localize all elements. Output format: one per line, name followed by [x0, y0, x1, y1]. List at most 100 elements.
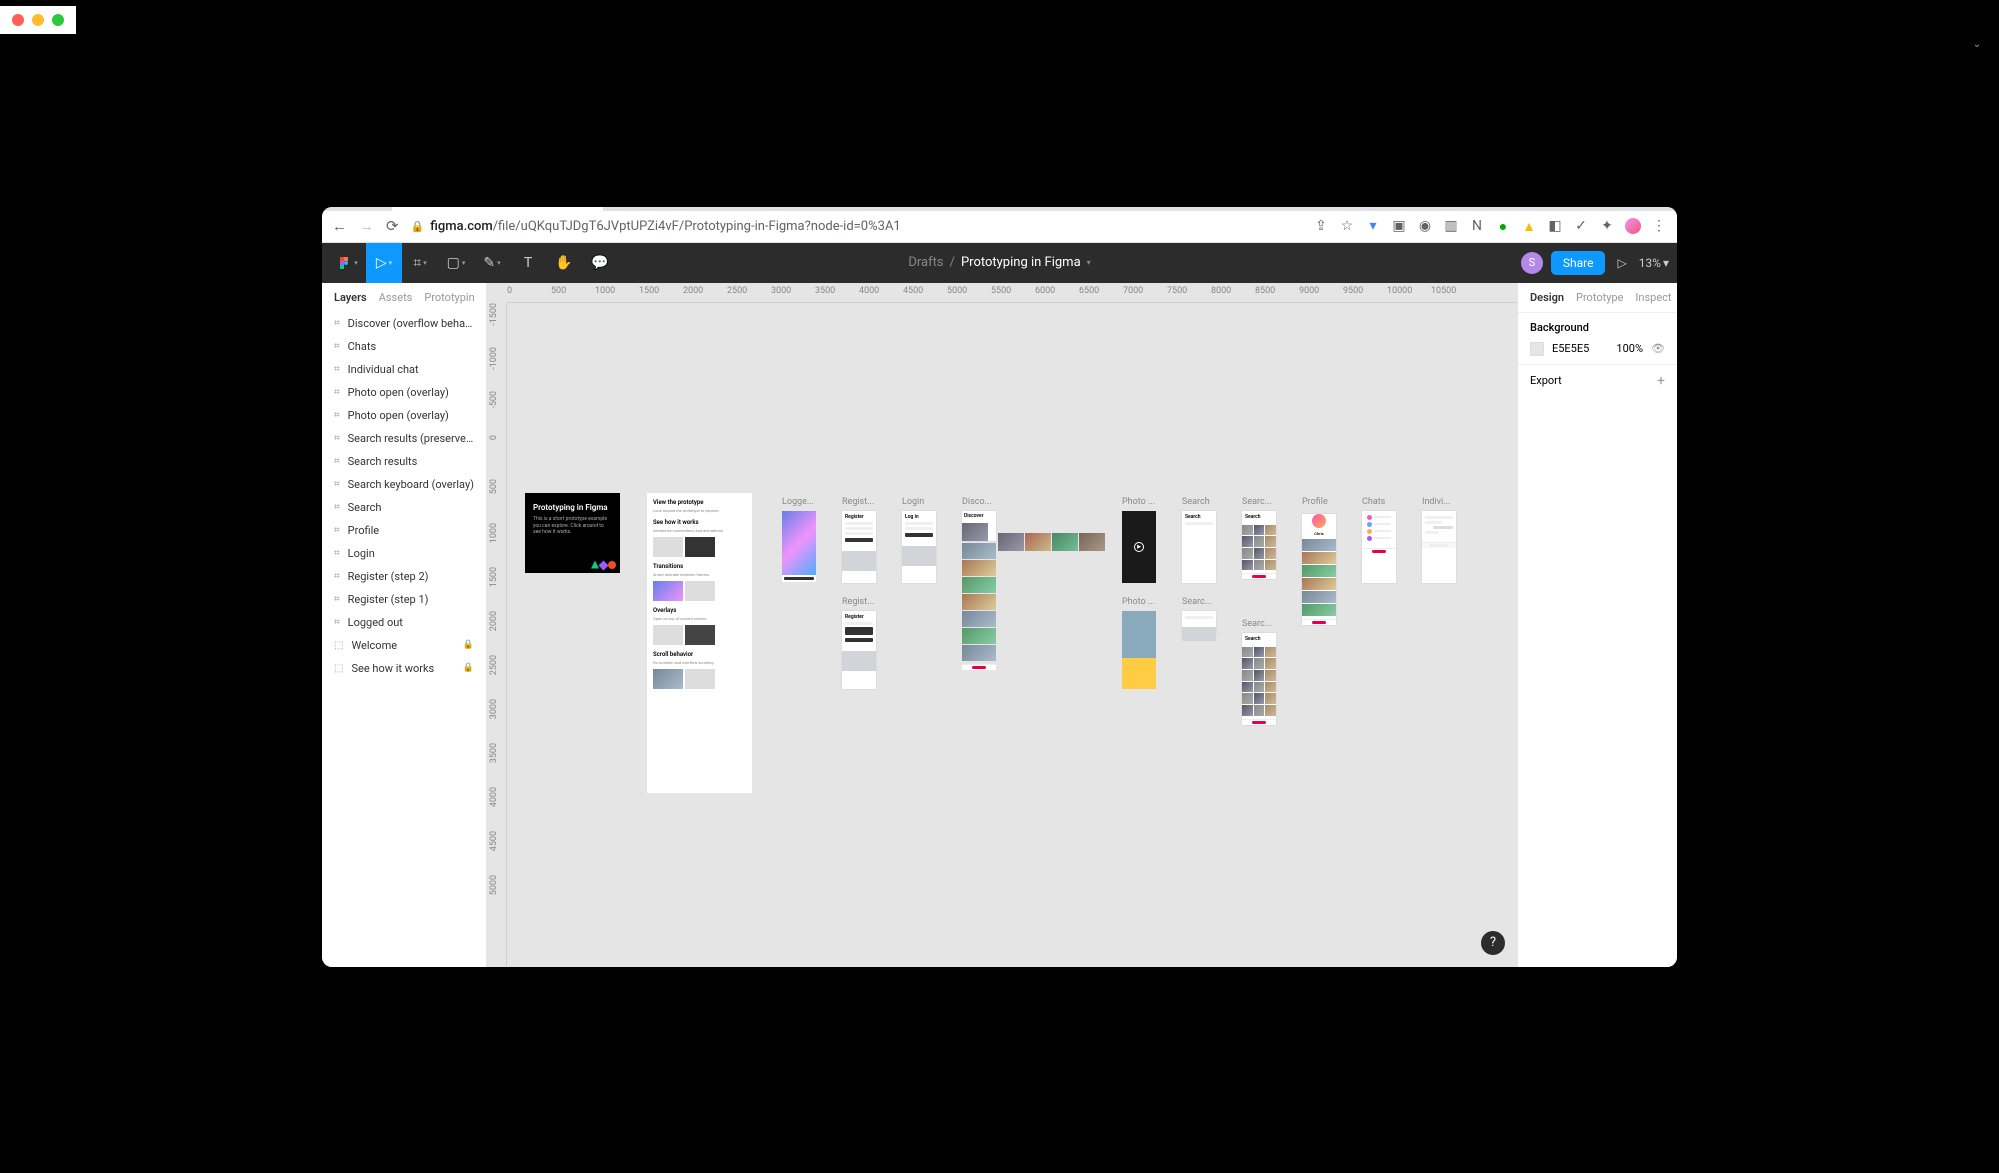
- design-panel: Design Prototype Inspect Background E5E5…: [1517, 283, 1677, 967]
- login-frame[interactable]: Login Log in: [902, 511, 936, 583]
- layer-item[interactable]: ⌗Search keyboard (overlay): [322, 473, 486, 496]
- layers-panel: Layers Assets Prototyping i...▾ ⌗Discove…: [322, 283, 487, 967]
- layer-item[interactable]: ⌗ Chats: [322, 335, 486, 358]
- reload-button[interactable]: ⟳: [386, 217, 399, 235]
- layer-item[interactable]: ⬚See how it works🔒: [322, 657, 486, 680]
- layer-item[interactable]: ⌗Photo open (overlay): [322, 404, 486, 427]
- design-tab[interactable]: Design: [1530, 291, 1564, 304]
- forward-button[interactable]: →: [359, 217, 374, 235]
- layers-tab[interactable]: Layers: [334, 291, 367, 304]
- visibility-toggle-icon[interactable]: 👁: [1651, 342, 1665, 355]
- prototype-tab[interactable]: Prototype: [1576, 291, 1623, 304]
- extension-icon[interactable]: ◧: [1547, 218, 1563, 234]
- logged-out-frame[interactable]: Logge...: [782, 511, 816, 582]
- search-keyboard-frame[interactable]: Searc...: [1182, 611, 1216, 635]
- share-button[interactable]: Share: [1551, 251, 1606, 275]
- extension-icon[interactable]: ▾: [1365, 218, 1381, 234]
- background-label: Background: [1530, 321, 1665, 334]
- extension-icon[interactable]: ✓: [1573, 218, 1589, 234]
- text-tool[interactable]: T: [510, 243, 546, 283]
- search-results-frame[interactable]: Searc... Search: [1242, 511, 1276, 580]
- layer-item[interactable]: ⌗Search: [322, 496, 486, 519]
- photo-open-frame[interactable]: Photo ... ▶: [1122, 511, 1156, 583]
- breadcrumb[interactable]: Drafts / Prototyping in Figma ▾: [908, 255, 1090, 270]
- chevron-down-icon[interactable]: ▾: [1087, 258, 1091, 267]
- background-opacity[interactable]: 100%: [1616, 342, 1643, 355]
- layer-item[interactable]: ⌗Register (step 1): [322, 588, 486, 611]
- frame-icon: ⌗: [334, 433, 340, 444]
- frame-icon: ⌗: [334, 571, 340, 582]
- layer-name: Chats: [348, 340, 474, 353]
- how-it-works-frame[interactable]: View the prototypeLook around the protot…: [647, 493, 752, 793]
- browser-actions: ⇪ ☆ ▾ ▣ ◉ ▥ N ● ▲ ◧ ✓ ✦ ⋮ ⌄: [1313, 218, 1667, 234]
- move-tool[interactable]: ▷▾: [366, 243, 402, 283]
- user-avatar[interactable]: S: [1521, 252, 1543, 274]
- search-frame[interactable]: Search Search: [1182, 511, 1216, 583]
- extension-icon[interactable]: ▲: [1521, 218, 1537, 234]
- layer-item[interactable]: ⌗Login: [322, 542, 486, 565]
- back-button[interactable]: ←: [332, 217, 347, 235]
- page-selector[interactable]: Prototyping i...▾: [424, 291, 474, 304]
- lock-icon: 🔒: [463, 663, 474, 673]
- layer-item[interactable]: ⌗ Register (step 2): [322, 565, 486, 588]
- layer-name: Welcome: [351, 639, 454, 652]
- file-title[interactable]: Prototyping in Figma: [961, 255, 1081, 270]
- layer-item[interactable]: ⌗ Search results (preserve scroll...: [322, 427, 486, 450]
- present-button[interactable]: ▷: [1613, 256, 1630, 270]
- inspect-tab[interactable]: Inspect: [1635, 291, 1671, 304]
- comment-tool[interactable]: 💬: [582, 243, 618, 283]
- layer-item[interactable]: ⌗Logged out: [322, 611, 486, 634]
- layer-item[interactable]: ⌗Photo open (overlay): [322, 381, 486, 404]
- search-results-scroll-frame[interactable]: Searc... Search: [1242, 633, 1276, 725]
- frame-icon: ⌗: [334, 318, 340, 329]
- extension-icon[interactable]: ▥: [1443, 218, 1459, 234]
- background-swatch[interactable]: [1530, 342, 1544, 356]
- layer-item[interactable]: ⌗Individual chat: [322, 358, 486, 381]
- extensions-menu-icon[interactable]: ✦: [1599, 218, 1615, 234]
- background-hex[interactable]: E5E5E5: [1552, 342, 1608, 355]
- individual-chat-frame[interactable]: Indivi...: [1422, 511, 1456, 583]
- canvas-area[interactable]: 0500100015002000250030003500400045005000…: [487, 283, 1517, 967]
- frame-icon: ⌗: [334, 525, 340, 536]
- register-step2-frame[interactable]: Regist... Register: [842, 611, 876, 689]
- share-icon[interactable]: ⇪: [1313, 218, 1329, 234]
- main-menu-button[interactable]: ▾: [330, 243, 366, 283]
- frame-icon: ⌗: [334, 341, 340, 352]
- layer-name: Register (step 1): [348, 593, 474, 606]
- help-button[interactable]: ?: [1481, 931, 1505, 955]
- layer-name: Login: [348, 547, 474, 560]
- breadcrumb-root[interactable]: Drafts: [908, 255, 943, 270]
- photo-open-2-frame[interactable]: Photo ...: [1122, 611, 1156, 689]
- assets-tab[interactable]: Assets: [379, 291, 413, 304]
- shape-tool[interactable]: ▢▾: [438, 243, 474, 283]
- chats-frame[interactable]: Chats: [1362, 511, 1396, 583]
- profile-frame[interactable]: Profile Chris: [1302, 511, 1336, 625]
- layer-name: Register (step 2): [348, 570, 474, 583]
- browser-menu-icon[interactable]: ⋮: [1651, 218, 1667, 234]
- hand-tool[interactable]: ✋: [546, 243, 582, 283]
- pen-tool[interactable]: ✎▾: [474, 243, 510, 283]
- extension-icon[interactable]: ▣: [1391, 218, 1407, 234]
- layer-item[interactable]: ⌗Discover (overflow behavior): [322, 312, 486, 335]
- register-step1-frame[interactable]: Regist... Register: [842, 511, 876, 583]
- layer-name: Search results (preserve scroll...: [348, 432, 474, 445]
- add-export-button[interactable]: +: [1657, 373, 1665, 389]
- lock-icon: 🔒: [463, 640, 474, 650]
- extension-icon[interactable]: N: [1469, 218, 1485, 234]
- layer-item[interactable]: ⬚ Welcome 🔒: [322, 634, 486, 657]
- welcome-frame[interactable]: Prototyping in Figma This is a short pro…: [525, 493, 620, 573]
- canvas[interactable]: Prototyping in Figma This is a short pro…: [507, 303, 1517, 967]
- bookmark-icon[interactable]: ☆: [1339, 218, 1355, 234]
- extension-icon[interactable]: ●: [1495, 218, 1511, 234]
- layer-item[interactable]: ⌗Profile: [322, 519, 486, 542]
- layer-item[interactable]: ⌗Search results: [322, 450, 486, 473]
- profile-avatar[interactable]: [1625, 218, 1641, 234]
- zoom-control[interactable]: 13%▾: [1639, 256, 1669, 270]
- horizontal-ruler: 0500100015002000250030003500400045005000…: [507, 283, 1517, 303]
- frame-tool[interactable]: ⌗▾: [402, 243, 438, 283]
- extension-icon[interactable]: ◉: [1417, 218, 1433, 234]
- discover-frame[interactable]: Disco... Discover: [962, 511, 996, 670]
- lock-icon: 🔒: [411, 220, 425, 233]
- address-bar[interactable]: 🔒 figma.com/file/uQKquTJDgT6JVptUPZi4vF/…: [411, 219, 1301, 234]
- group-icon: ⬚: [334, 640, 343, 651]
